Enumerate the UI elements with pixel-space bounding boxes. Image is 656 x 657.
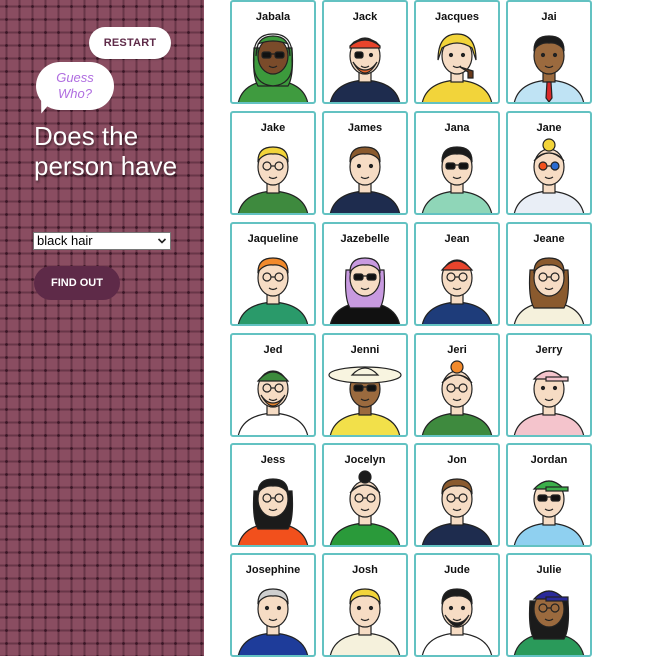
- character-portrait: [513, 590, 585, 655]
- character-board: Jabala Jack Jacques Jai Jake James Jana Jane Jaq…: [230, 0, 595, 657]
- character-name: Jana: [444, 122, 470, 134]
- character-name: Jean: [444, 233, 470, 245]
- character-name: Jazebelle: [340, 233, 390, 245]
- character-portrait: [421, 259, 493, 324]
- character-portrait: [513, 138, 585, 213]
- character-card[interactable]: Jon: [414, 443, 500, 547]
- character-portrait: [237, 146, 309, 213]
- character-portrait: [329, 146, 401, 213]
- character-portrait: [513, 370, 585, 435]
- character-card[interactable]: Jaqueline: [230, 222, 316, 326]
- attribute-select-value: black hair: [37, 233, 93, 248]
- chevron-down-icon: [157, 238, 167, 244]
- character-card[interactable]: Jerry: [506, 333, 592, 437]
- character-portrait: [421, 360, 493, 435]
- character-portrait: [513, 257, 585, 324]
- character-name: Jane: [536, 122, 562, 134]
- character-portrait: [421, 33, 493, 102]
- character-portrait: [421, 588, 493, 655]
- restart-button[interactable]: RESTART: [89, 27, 171, 59]
- character-card[interactable]: Jazebelle: [322, 222, 408, 326]
- sidebar: RESTART Guess Who? Does the person have …: [0, 0, 204, 656]
- character-card[interactable]: Josephine: [230, 553, 316, 657]
- character-card[interactable]: James: [322, 111, 408, 215]
- character-name: Jai: [541, 11, 557, 23]
- character-name: Jaqueline: [247, 233, 299, 245]
- character-card[interactable]: Julie: [506, 553, 592, 657]
- character-name: Jeane: [533, 233, 565, 245]
- character-name: Josh: [352, 564, 378, 576]
- logo-line-1: Guess: [56, 70, 94, 85]
- guess-who-logo: Guess Who?: [36, 62, 114, 110]
- character-card[interactable]: Jean: [414, 222, 500, 326]
- character-portrait: [513, 480, 585, 545]
- character-card[interactable]: Jake: [230, 111, 316, 215]
- character-card[interactable]: Jana: [414, 111, 500, 215]
- character-portrait: [237, 370, 309, 435]
- character-name: James: [347, 122, 383, 134]
- character-portrait: [237, 588, 309, 655]
- character-card[interactable]: Jeane: [506, 222, 592, 326]
- character-card[interactable]: Jordan: [506, 443, 592, 547]
- character-card[interactable]: Jane: [506, 111, 592, 215]
- character-name: Jerry: [535, 344, 563, 356]
- character-name: Jon: [447, 454, 467, 466]
- character-portrait: [329, 257, 401, 324]
- find-out-button[interactable]: FIND OUT: [34, 266, 120, 300]
- character-card[interactable]: Jacques: [414, 0, 500, 104]
- character-card[interactable]: Jack: [322, 0, 408, 104]
- character-portrait: [237, 33, 309, 102]
- character-name: Jenni: [350, 344, 380, 356]
- character-card[interactable]: Jude: [414, 553, 500, 657]
- character-portrait: [237, 257, 309, 324]
- character-name: Jess: [260, 454, 286, 466]
- character-name: Jacques: [434, 11, 480, 23]
- character-card[interactable]: Jeri: [414, 333, 500, 437]
- attribute-select[interactable]: black hair: [33, 232, 171, 250]
- character-card[interactable]: Jed: [230, 333, 316, 437]
- character-portrait: [329, 588, 401, 655]
- character-name: Jordan: [530, 454, 568, 466]
- character-card[interactable]: Jenni: [322, 333, 408, 437]
- character-portrait: [421, 478, 493, 545]
- character-name: Josephine: [245, 564, 301, 576]
- character-name: Jocelyn: [344, 454, 386, 466]
- character-card[interactable]: Jocelyn: [322, 443, 408, 547]
- character-name: Jake: [260, 122, 286, 134]
- character-card[interactable]: Jabala: [230, 0, 316, 104]
- character-portrait: [328, 366, 402, 435]
- character-portrait: [329, 37, 401, 102]
- character-portrait: [513, 35, 585, 102]
- character-portrait: [237, 478, 309, 545]
- character-card[interactable]: Josh: [322, 553, 408, 657]
- character-portrait: [421, 146, 493, 213]
- character-portrait: [329, 470, 401, 545]
- question-heading: Does the person have: [34, 121, 178, 181]
- character-card[interactable]: Jess: [230, 443, 316, 547]
- character-name: Julie: [536, 564, 562, 576]
- character-name: Jed: [263, 344, 283, 356]
- character-name: Jeri: [447, 344, 467, 356]
- character-name: Jabala: [255, 11, 291, 23]
- logo-line-2: Who?: [58, 86, 92, 101]
- character-card[interactable]: Jai: [506, 0, 592, 104]
- character-name: Jude: [444, 564, 470, 576]
- character-name: Jack: [352, 11, 378, 23]
